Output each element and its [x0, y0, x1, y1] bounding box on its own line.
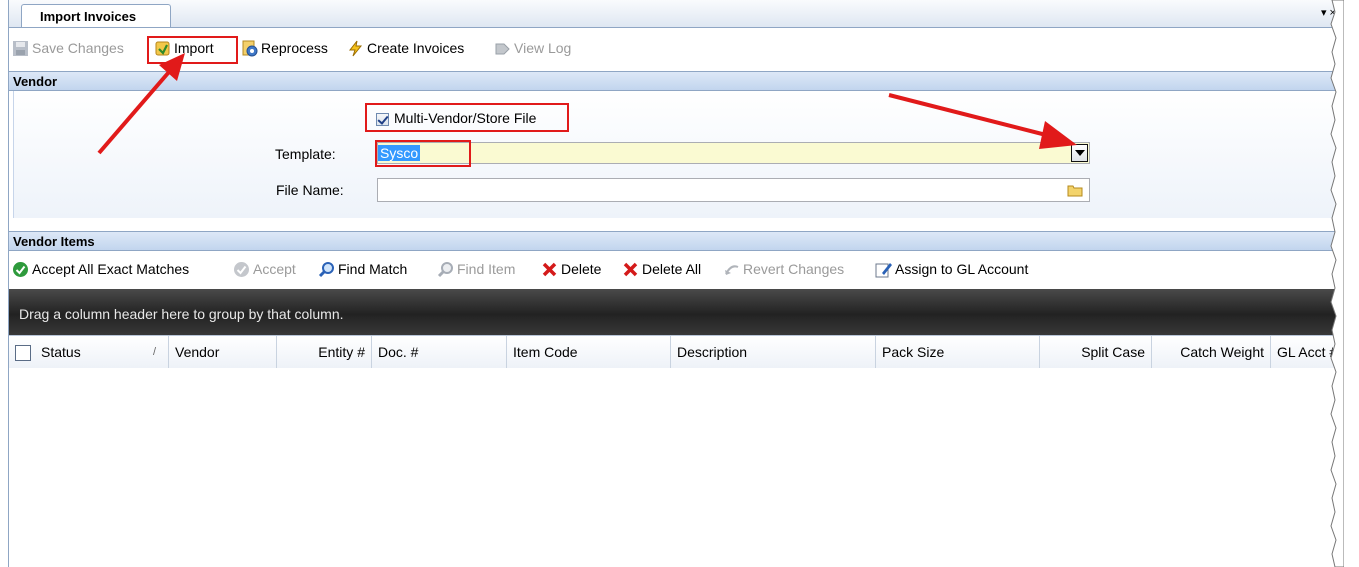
gray-magnifier-icon [437, 261, 454, 278]
reprocess-button[interactable]: Reprocess [241, 37, 328, 59]
revert-changes-button[interactable]: Revert Changes [723, 258, 844, 280]
tab-strip: Import Invoices ▾ × [9, 0, 1344, 28]
view-log-icon [494, 40, 511, 57]
pencil-edit-icon [875, 261, 892, 278]
template-highlight-box [375, 140, 471, 167]
green-check-icon [12, 261, 29, 278]
delete-button[interactable]: Delete [541, 258, 601, 280]
delete-all-button[interactable]: Delete All [622, 258, 701, 280]
lightning-icon [347, 40, 364, 57]
column-pack-size[interactable]: Pack Size [876, 336, 1040, 368]
accept-button[interactable]: Accept [233, 258, 296, 280]
torn-edge-decoration [1330, 0, 1344, 567]
file-name-input[interactable] [377, 178, 1090, 202]
find-match-button[interactable]: Find Match [318, 258, 407, 280]
column-split-case[interactable]: Split Case [1040, 336, 1152, 368]
grid-body[interactable] [9, 368, 1344, 567]
reprocess-icon [241, 40, 258, 57]
column-catch-weight[interactable]: Catch Weight [1152, 336, 1271, 368]
file-name-label: File Name: [276, 182, 344, 198]
folder-browse-icon[interactable] [1067, 183, 1083, 200]
sort-indicator-icon: / [153, 346, 157, 358]
template-arrow-icon [888, 93, 1077, 149]
group-by-panel[interactable]: Drag a column header here to group by th… [9, 289, 1344, 335]
tab-import-invoices[interactable]: Import Invoices [21, 4, 171, 27]
gray-check-icon [233, 261, 250, 278]
accept-all-exact-matches-button[interactable]: Accept All Exact Matches [12, 258, 189, 280]
column-description[interactable]: Description [671, 336, 876, 368]
import-invoices-window: Import Invoices ▾ × Save Changes Import … [8, 0, 1344, 567]
group-by-hint: Drag a column header here to group by th… [19, 306, 344, 322]
column-doc[interactable]: Doc. # [372, 336, 507, 368]
red-x-icon [622, 261, 639, 278]
column-entity[interactable]: Entity # [277, 336, 372, 368]
column-vendor[interactable]: Vendor [169, 336, 277, 368]
view-log-button[interactable]: View Log [494, 37, 571, 59]
vendor-section-header: Vendor [9, 71, 1344, 91]
column-status[interactable]: Status / [9, 336, 169, 368]
column-item-code[interactable]: Item Code [507, 336, 671, 368]
template-label: Template: [275, 146, 336, 162]
vendor-items-section-header: Vendor Items [9, 231, 1344, 251]
column-chooser-icon[interactable] [15, 345, 31, 362]
revert-icon [723, 261, 740, 278]
grid-column-header: Status / Vendor Entity # Doc. # Item Cod… [9, 335, 1344, 369]
assign-gl-account-button[interactable]: Assign to GL Account [875, 258, 1028, 280]
tab-label: Import Invoices [40, 9, 137, 24]
magnifier-icon [318, 261, 335, 278]
create-invoices-button[interactable]: Create Invoices [347, 37, 464, 59]
vendor-items-toolbar: Accept All Exact Matches Accept Find Mat… [9, 254, 1344, 284]
save-icon [12, 40, 29, 57]
red-x-icon [541, 261, 558, 278]
find-item-button[interactable]: Find Item [437, 258, 515, 280]
multi-vendor-highlight-box [365, 103, 569, 132]
import-arrow-icon [97, 53, 185, 155]
